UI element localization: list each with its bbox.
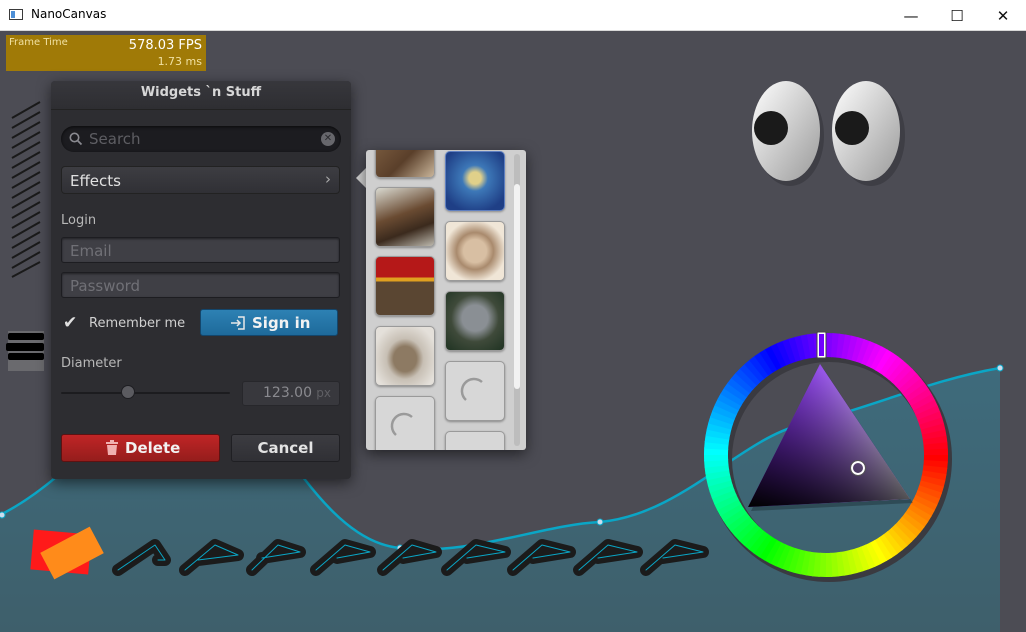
lines-widget xyxy=(11,101,41,278)
login-icon xyxy=(231,316,245,330)
thumbnail-jellyfish[interactable] xyxy=(445,151,505,211)
loading-spinner-icon xyxy=(390,412,413,436)
search-input[interactable] xyxy=(87,128,321,150)
thumbnail-squirrel[interactable] xyxy=(375,150,435,178)
search-box[interactable]: ✕ xyxy=(61,126,341,152)
delete-label: Delete xyxy=(125,439,181,457)
thumbnail-loading[interactable] xyxy=(375,396,435,450)
thumbnail-kitten[interactable] xyxy=(375,256,435,316)
remember-me-label[interactable]: Remember me xyxy=(89,316,185,331)
cancel-label: Cancel xyxy=(257,439,314,457)
thumbnail-rabbit[interactable] xyxy=(445,221,505,281)
diameter-slider-track[interactable] xyxy=(61,392,230,394)
sign-in-label: Sign in xyxy=(252,314,311,332)
email-field[interactable] xyxy=(61,237,340,263)
thumbnail-shrew[interactable] xyxy=(375,187,435,247)
sign-in-button[interactable]: Sign in xyxy=(200,309,338,336)
diameter-unit: px xyxy=(316,386,331,400)
thumbnail-loading[interactable] xyxy=(445,361,505,421)
effects-dropdown[interactable]: Effects › xyxy=(61,166,340,194)
wave-point xyxy=(596,518,604,526)
thumbnail-tortoise[interactable] xyxy=(375,326,435,386)
fps-graph: Frame Time 578.03 FPS 1.73 ms xyxy=(6,35,206,71)
close-button[interactable]: ✕ xyxy=(980,0,1026,31)
widgets-panel: Widgets `n Stuff ✕ Effects › Login ✔ Rem… xyxy=(51,81,351,479)
image-picker-popup xyxy=(366,150,526,450)
fps-graph-label: Frame Time xyxy=(9,37,68,48)
panel-header[interactable]: Widgets `n Stuff xyxy=(51,81,351,110)
popup-scrollbar-thumb[interactable] xyxy=(514,184,520,389)
diameter-slider-knob[interactable] xyxy=(121,385,135,399)
panel-title: Widgets `n Stuff xyxy=(140,85,262,100)
wave-point xyxy=(0,511,6,519)
minimize-button[interactable]: — xyxy=(888,0,934,31)
password-field[interactable] xyxy=(61,272,340,298)
fps-value: 578.03 FPS xyxy=(128,38,202,53)
eyes xyxy=(752,81,905,186)
caps-widget xyxy=(6,331,44,371)
loading-spinner-icon xyxy=(460,377,483,401)
login-section-label: Login xyxy=(61,213,97,228)
password-input[interactable] xyxy=(68,275,332,297)
trash-icon xyxy=(106,440,118,455)
email-input[interactable] xyxy=(68,240,332,262)
clear-search-icon[interactable]: ✕ xyxy=(321,132,335,146)
app-icon xyxy=(9,9,23,20)
delete-button[interactable]: Delete xyxy=(61,434,220,462)
popup-scrollbar[interactable] xyxy=(514,154,520,446)
chevron-right-icon: › xyxy=(325,170,331,188)
thumbnail-bear-cub[interactable] xyxy=(445,291,505,351)
diameter-value: 123.00 xyxy=(263,385,312,401)
diameter-label: Diameter xyxy=(61,356,122,371)
title-bar: NanoCanvas — ☐ ✕ xyxy=(0,0,1026,31)
cancel-button[interactable]: Cancel xyxy=(231,434,340,462)
effects-dropdown-label: Effects xyxy=(70,172,121,190)
popup-arrow xyxy=(356,168,366,188)
wave-point xyxy=(996,364,1004,372)
frame-time-value: 1.73 ms xyxy=(157,55,202,68)
remember-me-checkbox[interactable]: ✔ xyxy=(63,313,77,333)
thumbnail-loading[interactable] xyxy=(445,431,505,450)
window-title: NanoCanvas xyxy=(31,7,107,21)
search-icon xyxy=(69,132,83,146)
maximize-button[interactable]: ☐ xyxy=(934,0,980,31)
diameter-number-box[interactable]: 123.00 px xyxy=(242,381,340,406)
